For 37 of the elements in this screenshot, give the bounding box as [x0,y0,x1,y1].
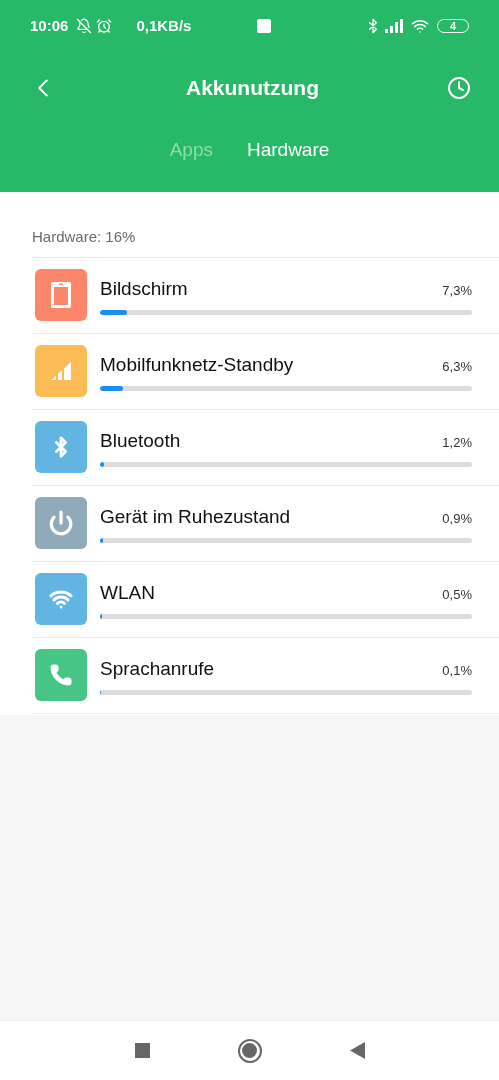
summary-text: Hardware: 16% [31,227,137,247]
signal-icon [51,362,71,380]
usage-row[interactable]: Gerät im Ruhezustand 0,9% [32,485,499,562]
home-button[interactable] [237,1038,262,1063]
alarm-icon [96,18,113,34]
usage-percent: 6,3% [442,358,472,377]
tablet-icon [50,281,72,309]
wifi-status-icon [411,17,429,35]
category-name: Bluetooth [100,429,181,454]
usage-row[interactable]: Mobilfunknetz-Standby 6,3% [32,333,499,410]
power-icon [48,510,74,536]
back-nav-button[interactable] [349,1042,365,1059]
clock-icon [447,76,471,100]
page-title: Akkunutzung [186,75,319,102]
status-time: 10:06 [30,15,69,36]
history-button[interactable] [447,76,471,100]
usage-row[interactable]: Sprachanrufe 0,1% [32,637,499,714]
usage-percent: 1,2% [442,434,472,453]
muted-bell-icon [76,18,93,34]
usage-row[interactable]: WLAN 0,5% [32,561,499,638]
triangle-back-icon [349,1042,365,1059]
notification-icon [257,19,272,33]
usage-percent: 0,1% [442,662,472,681]
usage-row[interactable]: Bluetooth 1,2% [32,409,499,486]
usage-percent: 0,5% [442,586,472,605]
recents-button[interactable] [134,1043,150,1058]
usage-row[interactable]: Bildschirm 7,3% [32,257,499,334]
signal-status-icon [385,19,403,33]
category-name: WLAN [100,581,155,606]
phone-icon [49,663,73,687]
category-name: Bildschirm [100,277,188,302]
usage-percent: 7,3% [442,282,472,301]
usage-percent: 0,9% [442,510,472,529]
category-name: Gerät im Ruhezustand [100,505,291,530]
category-name: Sprachanrufe [100,657,215,682]
category-name: Mobilfunknetz-Standby [100,353,294,378]
network-speed: 0,1KB/s [136,15,192,36]
